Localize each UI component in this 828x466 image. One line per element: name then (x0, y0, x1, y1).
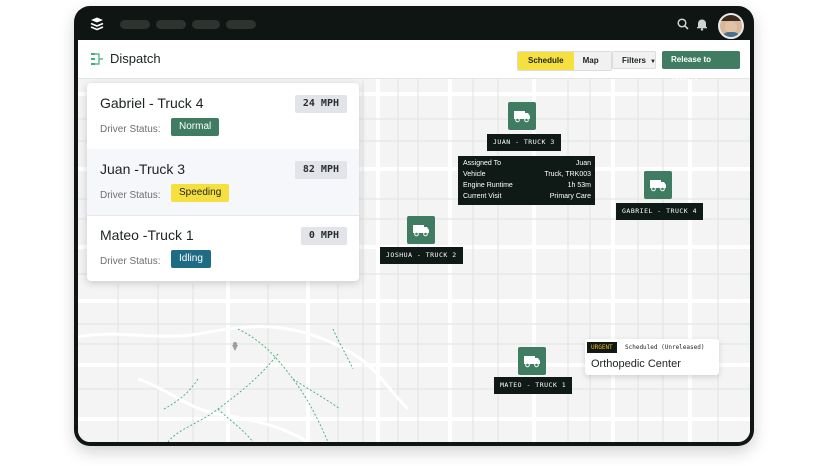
truck-icon (650, 180, 666, 192)
view-toggle[interactable]: Schedule Map (517, 51, 612, 71)
info-key: Assigned To (463, 160, 502, 167)
truck-icon (413, 225, 429, 237)
info-value: Juan (575, 160, 591, 167)
info-value: Primary Care (549, 193, 591, 200)
info-value: 1h 53m (567, 182, 591, 189)
visit-status: Scheduled (Unreleased) (625, 344, 705, 351)
speed-readout: 0 MPH (300, 227, 347, 245)
driver-status-label: Driver Status: (100, 124, 161, 135)
nav-placeholder-1[interactable] (120, 20, 150, 29)
app-header: Dispatch Schedule Map Filters ▼ Release t… (78, 40, 750, 82)
release-label: Release to Tech (671, 55, 712, 82)
driver-status-label: Driver Status: (100, 256, 161, 267)
truck-marker-gabriel[interactable] (644, 171, 672, 199)
tab-map[interactable]: Map (573, 52, 611, 70)
info-key: Current Visit (463, 193, 502, 200)
avatar[interactable] (718, 13, 744, 39)
nav-placeholder-4[interactable] (226, 20, 256, 29)
truck-marker-juan[interactable] (508, 102, 536, 130)
marker-label: GABRIEL - TRUCK 4 (616, 203, 704, 220)
chevron-down-icon: ▼ (650, 59, 656, 65)
urgent-badge: URGENT (587, 342, 617, 353)
bell-icon[interactable] (695, 17, 709, 31)
filters-button[interactable]: Filters ▼ (612, 51, 656, 69)
speed-readout: 24 MPH (294, 95, 347, 113)
truck-marker-mateo[interactable] (518, 347, 546, 375)
device-frame: Dispatch Schedule Map Filters ▼ Release t… (74, 6, 754, 446)
search-icon[interactable] (676, 17, 690, 31)
status-badge: Idling (171, 250, 211, 268)
list-item[interactable]: Juan -Truck 3 82 MPH Driver Status: Spee… (87, 149, 359, 216)
marker-label: MATEO - TRUCK 1 (494, 377, 573, 394)
visit-location: Orthopedic Center (591, 358, 681, 370)
nav-placeholder-3[interactable] (192, 20, 220, 29)
truck-status-list: Gabriel - Truck 4 24 MPH Driver Status: … (87, 83, 359, 281)
info-value: Truck, TRK003 (544, 171, 591, 178)
release-to-tech-button[interactable]: Release to Tech ▼ (662, 51, 740, 82)
list-item[interactable]: Mateo -Truck 1 0 MPH Driver Status: Idli… (87, 215, 359, 281)
status-badge: Speeding (171, 184, 230, 202)
truck-name: Juan -Truck 3 (100, 161, 186, 177)
dispatch-icon (91, 53, 103, 65)
marker-label: JUAN - TRUCK 3 (487, 134, 561, 151)
marker-label: JOSHUA - TRUCK 2 (380, 247, 463, 264)
speed-readout: 82 MPH (294, 161, 347, 179)
truck-icon (524, 356, 540, 368)
truck-name: Mateo -Truck 1 (100, 227, 194, 243)
urgent-visit-card[interactable]: URGENT Scheduled (Unreleased) Orthopedic… (585, 339, 719, 375)
list-item[interactable]: Gabriel - Truck 4 24 MPH Driver Status: … (87, 83, 359, 150)
menu-logo-icon[interactable] (90, 17, 104, 31)
truck-icon (514, 111, 530, 123)
vehicle-info-popup: Assigned To Juan Vehicle Truck, TRK003 Eng… (458, 156, 595, 205)
filters-label: Filters (622, 56, 647, 65)
nav-placeholder-2[interactable] (156, 20, 186, 29)
truck-marker-joshua[interactable] (407, 216, 435, 244)
tab-schedule[interactable]: Schedule (518, 52, 574, 70)
page-title: Dispatch (110, 51, 161, 66)
driver-status-label: Driver Status: (100, 190, 161, 201)
status-badge: Normal (171, 118, 220, 136)
info-key: Vehicle (463, 171, 486, 178)
app-screen: Dispatch Schedule Map Filters ▼ Release t… (78, 40, 750, 442)
truck-name: Gabriel - Truck 4 (100, 95, 204, 111)
info-key: Engine Runtime (463, 182, 513, 189)
